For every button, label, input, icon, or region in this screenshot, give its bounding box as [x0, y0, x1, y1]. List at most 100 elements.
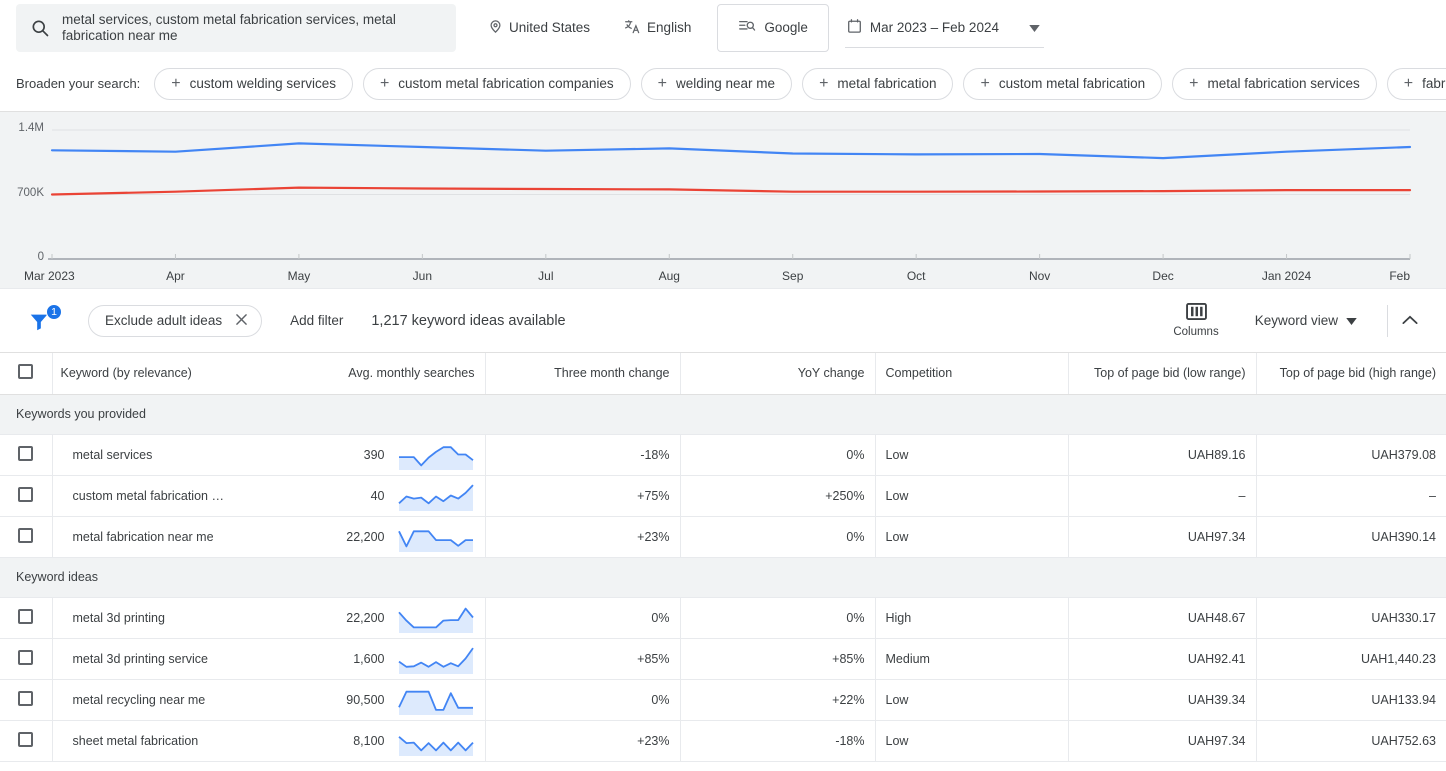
plus-icon: +: [379, 74, 390, 92]
date-range-selector[interactable]: Mar 2023 – Feb 2024: [844, 8, 1044, 48]
chevron-up-icon: [1402, 312, 1418, 330]
cell-competition: Low: [875, 516, 1069, 558]
cell-three-month-change: 0%: [485, 679, 681, 721]
filter-funnel-icon[interactable]: 1: [28, 303, 62, 336]
table-body: Keywords you provided metal services 390…: [0, 394, 1446, 762]
checkbox-box: [18, 445, 34, 461]
table-row[interactable]: metal recycling near me 90,500 0% +22% L…: [0, 679, 1446, 721]
keyword-ideas-table: Keyword (by relevance) Avg. monthly sear…: [0, 353, 1446, 762]
cell-keyword[interactable]: sheet metal fabrication: [52, 720, 235, 762]
language-selector[interactable]: English: [616, 10, 699, 46]
keyword-search-input[interactable]: metal services, custom metal fabrication…: [16, 3, 456, 52]
cell-three-month-change: +85%: [485, 638, 681, 680]
search-volume-chart: 0 700K 1.4M Mar 2023 Apr May Jun Jul Aug Sep Oct No…: [0, 112, 1446, 289]
cell-keyword[interactable]: metal 3d printing service: [52, 638, 235, 680]
cell-keyword[interactable]: metal recycling near me: [52, 679, 235, 721]
table-row[interactable]: metal fabrication near me 22,200 +23% 0%…: [0, 516, 1446, 558]
row-checkbox[interactable]: [0, 434, 53, 476]
cell-competition: Low: [875, 475, 1069, 517]
keyword-ideas-count: 1,217 keyword ideas available: [371, 312, 566, 329]
search-volume-sparkline: [397, 690, 473, 715]
chevron-down-icon[interactable]: [1007, 20, 1040, 35]
chart-plot-area: [48, 129, 1412, 260]
search-engine-icon: [738, 18, 756, 37]
cell-three-month-change: +23%: [485, 720, 681, 762]
checkbox-box: [18, 649, 34, 665]
active-filter-chip[interactable]: Exclude adult ideas: [88, 304, 263, 337]
cell-yoy-change: -18%: [680, 720, 876, 762]
avg-searches-value: 8,100: [353, 733, 385, 748]
cell-three-month-change: +23%: [485, 516, 681, 558]
row-checkbox[interactable]: [0, 475, 53, 517]
plus-icon: +: [819, 74, 829, 92]
cell-bid-high: UAH330.17: [1256, 597, 1446, 639]
add-filter-button[interactable]: Add filter: [290, 313, 343, 328]
avg-searches-with-sparkline: 90,500: [245, 680, 475, 720]
row-checkbox[interactable]: [0, 597, 53, 639]
checkbox-box: [18, 486, 34, 502]
broaden-chip-1[interactable]: + custom metal fabrication companies: [362, 67, 631, 100]
cell-keyword[interactable]: custom metal fabrication servi…: [52, 475, 235, 517]
plus-icon: +: [1189, 74, 1199, 92]
row-checkbox[interactable]: [0, 516, 53, 558]
broaden-chip-label: metal fabrication: [837, 76, 937, 91]
row-checkbox[interactable]: [0, 720, 53, 762]
broaden-chip-6[interactable]: + fabrication services: [1386, 67, 1446, 100]
table-section-header: Keywords you provided: [0, 394, 1446, 435]
search-engine-selector[interactable]: Google: [717, 3, 829, 52]
column-header-competition[interactable]: Competition: [875, 353, 1069, 395]
plus-icon: +: [171, 74, 181, 92]
column-header-avg-monthly-searches[interactable]: Avg. monthly searches: [235, 353, 486, 395]
search-volume-sparkline: [397, 529, 473, 552]
cell-yoy-change: 0%: [680, 434, 876, 476]
cell-avg-monthly-searches: 40: [235, 475, 486, 517]
column-header-three-month-change[interactable]: Three month change: [485, 353, 681, 395]
checkbox-box: [18, 731, 34, 747]
cell-keyword[interactable]: metal services: [52, 434, 235, 476]
table-row[interactable]: metal services 390 -18% 0% Low UAH89.16 …: [0, 434, 1446, 476]
cell-avg-monthly-searches: 1,600: [235, 638, 486, 680]
translate-icon: [624, 19, 641, 37]
avg-searches-with-sparkline: 40: [245, 476, 475, 516]
avg-searches-with-sparkline: 8,100: [245, 721, 475, 761]
cell-avg-monthly-searches: 22,200: [235, 516, 486, 558]
cell-keyword[interactable]: metal fabrication near me: [52, 516, 235, 558]
keyword-text: metal fabrication near me: [72, 529, 214, 544]
column-header-keyword[interactable]: Keyword (by relevance): [52, 353, 235, 395]
columns-icon: [1185, 303, 1207, 323]
columns-label: Columns: [1173, 326, 1219, 338]
row-checkbox[interactable]: [0, 679, 53, 721]
avg-searches-with-sparkline: 22,200: [245, 598, 475, 638]
filter-count-badge: 1: [46, 303, 62, 320]
location-selector[interactable]: United States: [480, 10, 598, 46]
keyword-text: metal 3d printing service: [72, 651, 208, 666]
columns-button[interactable]: Columns: [1159, 303, 1232, 338]
row-checkbox[interactable]: [0, 638, 53, 680]
cell-three-month-change: -18%: [485, 434, 681, 476]
broaden-chip-4[interactable]: + custom metal fabrication: [963, 67, 1163, 100]
broaden-chip-0[interactable]: + custom welding services: [154, 67, 353, 100]
broaden-chip-2[interactable]: + welding near me: [640, 67, 793, 100]
search-volume-sparkline: [397, 647, 474, 674]
column-header-yoy-change[interactable]: YoY change: [680, 353, 876, 395]
checkbox-box: [18, 690, 34, 706]
checkbox-box: [18, 364, 34, 380]
broaden-chip-label: custom metal fabrication: [998, 76, 1146, 91]
broaden-chip-5[interactable]: + metal fabrication services: [1172, 67, 1377, 100]
column-header-bid-low[interactable]: Top of page bid (low range): [1068, 353, 1257, 395]
cell-avg-monthly-searches: 8,100: [235, 720, 486, 762]
close-icon[interactable]: [236, 313, 247, 328]
select-all-checkbox[interactable]: [0, 353, 53, 395]
cell-keyword[interactable]: metal 3d printing: [52, 597, 235, 639]
cell-competition: Medium: [875, 638, 1069, 680]
broaden-chip-3[interactable]: + metal fabrication: [802, 67, 954, 100]
chevron-down-icon: [1346, 313, 1357, 328]
table-row[interactable]: sheet metal fabrication 8,100 +23% -18% …: [0, 720, 1446, 762]
table-row[interactable]: metal 3d printing 22,200 0% 0% High UAH4…: [0, 597, 1446, 639]
table-row[interactable]: custom metal fabrication servi… 40 +75% …: [0, 475, 1446, 517]
collapse-chart-button[interactable]: [1398, 312, 1430, 330]
avg-searches-value: 1,600: [353, 651, 385, 666]
table-row[interactable]: metal 3d printing service 1,600 +85% +85…: [0, 638, 1446, 680]
keyword-view-selector[interactable]: Keyword view: [1233, 313, 1371, 328]
column-header-bid-high[interactable]: Top of page bid (high range): [1256, 353, 1446, 395]
